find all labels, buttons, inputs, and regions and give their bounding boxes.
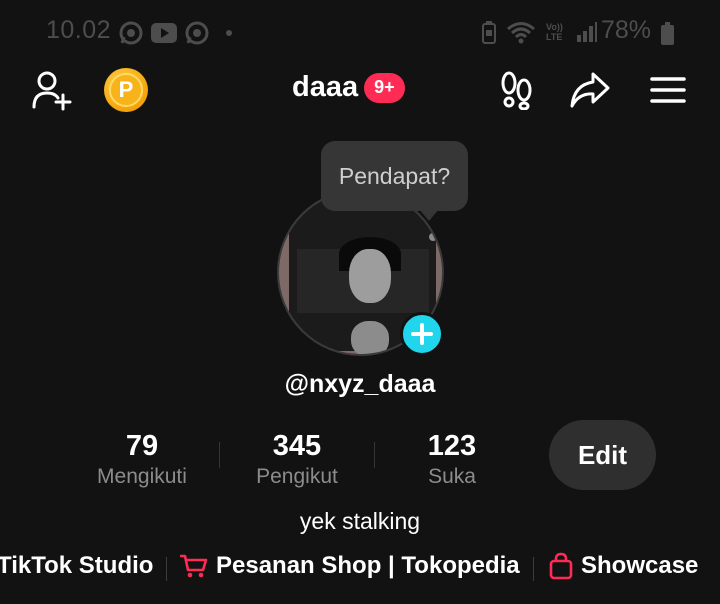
- tiktok-studio-link[interactable]: TikTok Studio: [0, 552, 153, 580]
- stat-following[interactable]: 79 Mengikuti: [82, 430, 202, 489]
- whatsapp-icon: [185, 21, 209, 45]
- coin-icon: P: [109, 73, 143, 107]
- battery-icon: [661, 22, 674, 45]
- stat-value: 123: [427, 430, 477, 462]
- add-story-button[interactable]: [400, 312, 444, 356]
- coin-label: P: [118, 77, 134, 102]
- youtube-icon: [151, 23, 177, 43]
- signal-icon: [577, 22, 597, 42]
- edit-profile-button[interactable]: Edit: [549, 420, 656, 490]
- status-bar: 10.02 Vo)) LTE 78%: [0, 14, 720, 50]
- account-switcher[interactable]: daaa 9+: [292, 71, 405, 104]
- tooltip-text: Pendapat?: [338, 162, 451, 189]
- menu-icon: [650, 77, 686, 103]
- shopping-bag-icon: [549, 552, 573, 580]
- divider: [166, 557, 167, 581]
- profile-bio: yek stalking: [299, 508, 421, 534]
- link-label: Showcase: [581, 552, 699, 579]
- status-system-icons: Vo)) LTE: [482, 20, 598, 44]
- page-title: daaa: [292, 71, 359, 103]
- showcase-link[interactable]: Showcase: [549, 552, 698, 580]
- share-icon: [570, 72, 610, 108]
- status-notification-icons: [118, 20, 232, 46]
- cart-icon: [180, 554, 208, 578]
- status-time: 10.02: [46, 16, 112, 44]
- plus-icon: [411, 323, 433, 345]
- stat-followers[interactable]: 345 Pengikut: [237, 430, 357, 489]
- battery-saver-icon: [482, 21, 496, 44]
- divider: [374, 442, 375, 468]
- stat-label: Mengikuti: [97, 465, 187, 488]
- divider: [219, 442, 220, 468]
- stat-likes[interactable]: 123 Suka: [392, 430, 512, 489]
- shop-orders-link[interactable]: Pesanan Shop | Tokopedia: [180, 552, 520, 580]
- coin-button[interactable]: P: [104, 68, 148, 112]
- link-label: Pesanan Shop | Tokopedia: [216, 552, 520, 579]
- stat-value: 345: [272, 430, 322, 462]
- profile-views-button[interactable]: [496, 68, 538, 112]
- volte-icon: Vo)) LTE: [546, 22, 563, 42]
- divider: [533, 557, 534, 581]
- notification-badge: 9+: [364, 72, 405, 103]
- battery-percent: 78%: [601, 16, 652, 44]
- feedback-tooltip[interactable]: Pendapat?: [321, 141, 468, 221]
- add-friend-icon: [32, 71, 72, 111]
- profile-links: TikTok Studio Pesanan Shop | Tokopedia S…: [0, 552, 720, 586]
- stat-value: 79: [125, 430, 159, 462]
- link-label: TikTok Studio: [0, 552, 154, 579]
- stat-label: Pengikut: [256, 465, 338, 488]
- stat-label: Suka: [428, 465, 476, 488]
- footprints-icon: [501, 71, 532, 110]
- wifi-icon: [507, 22, 535, 44]
- add-friend-button[interactable]: [30, 68, 76, 112]
- profile-handle: @nxyz_daaa: [284, 370, 436, 398]
- menu-button[interactable]: [646, 68, 690, 112]
- share-profile-button[interactable]: [567, 68, 613, 112]
- dot-icon: [226, 30, 232, 36]
- whatsapp-icon: [119, 21, 143, 45]
